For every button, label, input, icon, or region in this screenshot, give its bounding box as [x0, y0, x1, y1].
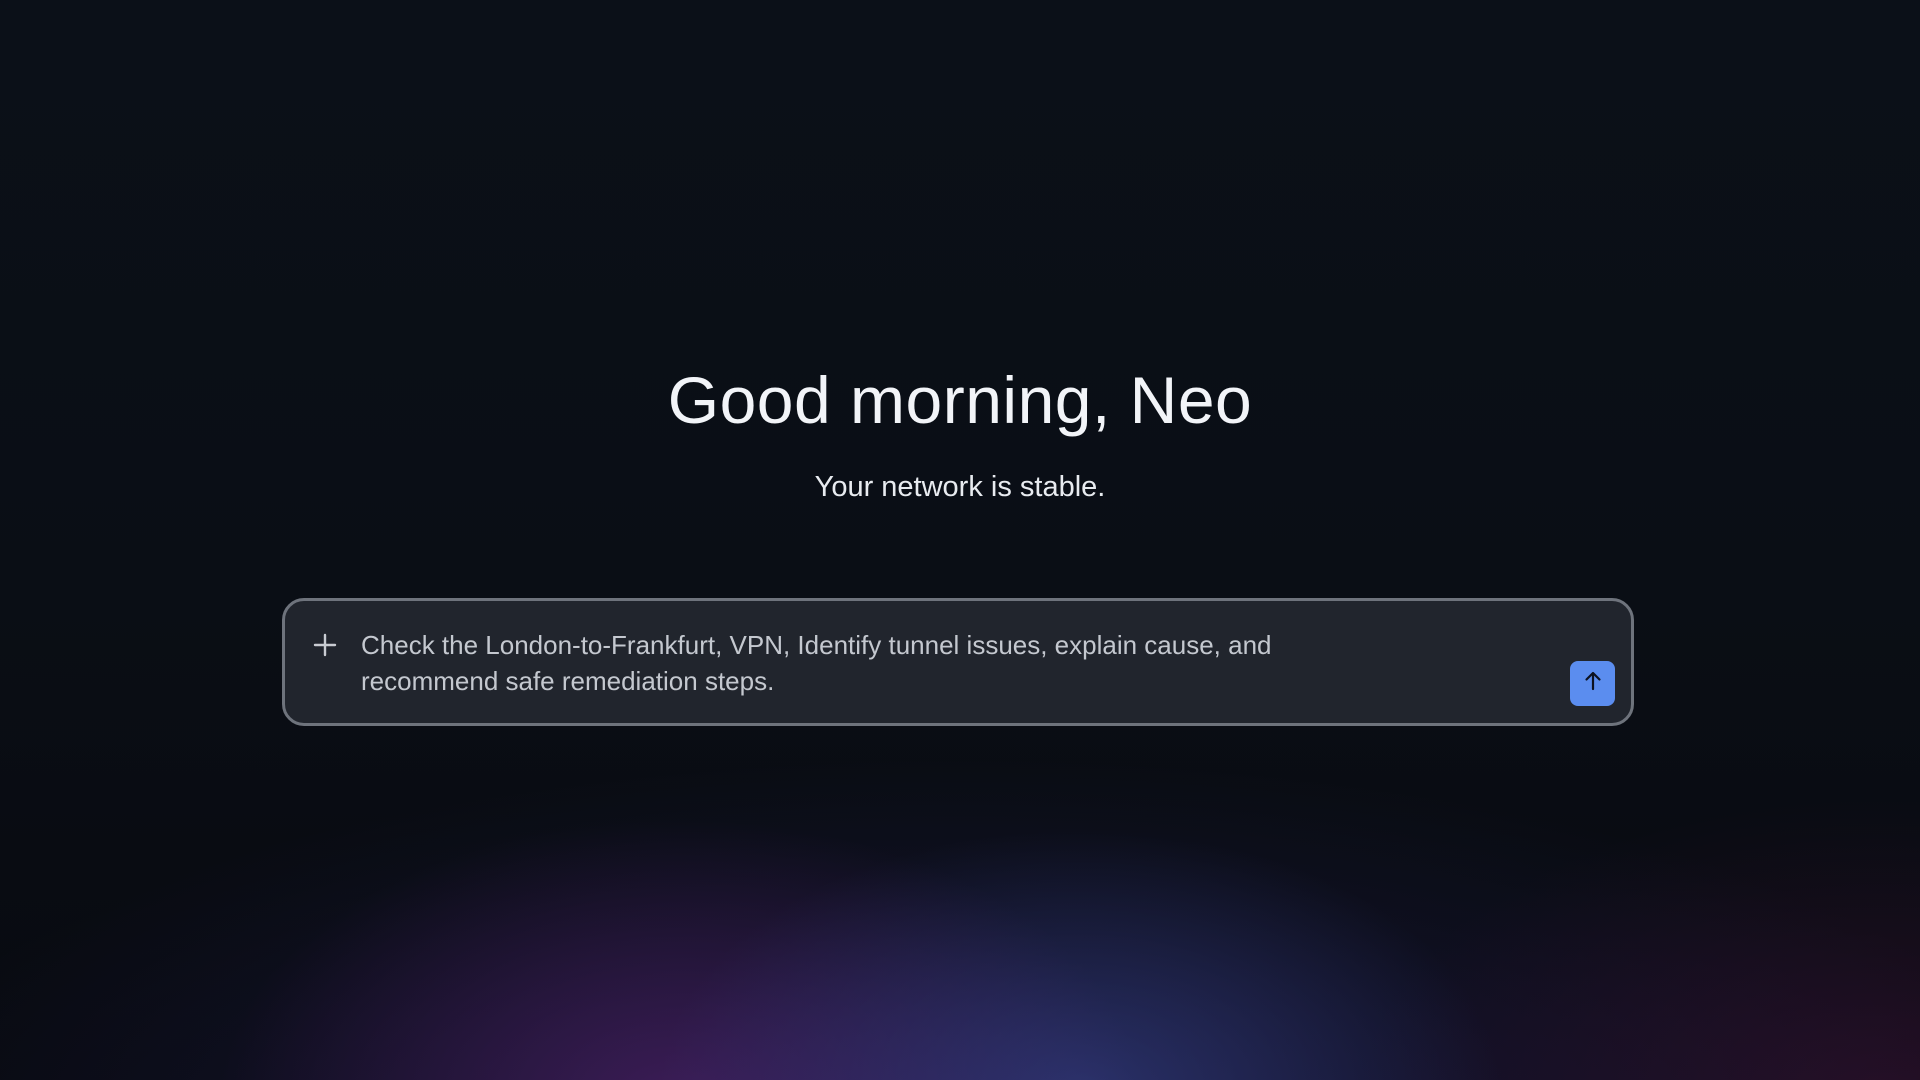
- plus-icon: [313, 633, 337, 662]
- arrow-up-icon: [1582, 670, 1604, 697]
- prompt-input[interactable]: Check the London-to-Frankfurt, VPN, Iden…: [361, 627, 1421, 699]
- network-status-text: Your network is stable.: [814, 471, 1106, 503]
- prompt-composer[interactable]: Check the London-to-Frankfurt, VPN, Iden…: [282, 598, 1634, 726]
- attach-button[interactable]: [307, 629, 343, 665]
- send-button[interactable]: [1570, 661, 1615, 706]
- greeting-title: Good morning, Neo: [667, 363, 1253, 437]
